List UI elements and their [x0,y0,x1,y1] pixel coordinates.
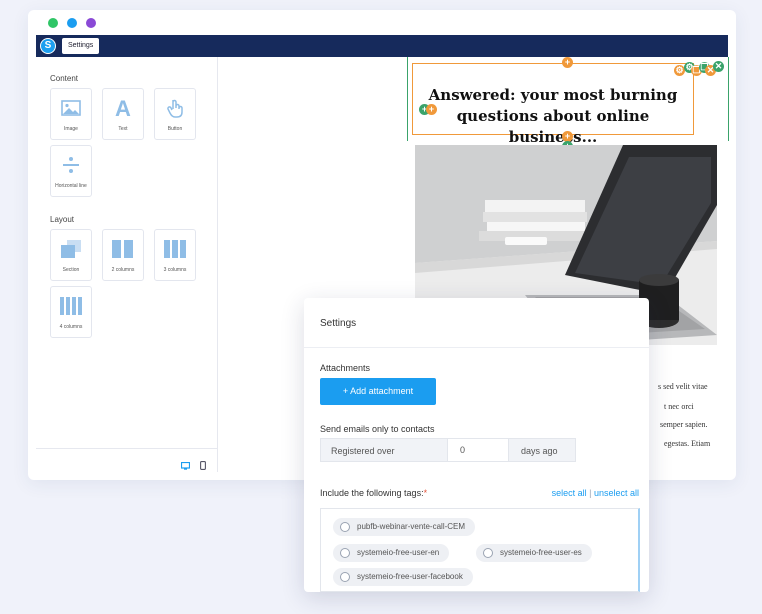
tag-option[interactable]: pubfb-webinar-vente-call-CEM [333,518,476,536]
tag-label: systemeio-free-user-en [357,548,440,557]
layout-section-title: Layout [50,215,75,224]
tag-option[interactable]: systemeio-free-user-es [476,544,592,562]
logo-letter: S [41,39,55,53]
device-switcher [36,448,217,472]
tag-option[interactable]: systemeio-free-user-en [333,544,450,562]
text-icon: A [103,97,143,119]
window-dot-blue[interactable] [67,18,77,28]
layout-section[interactable]: Section [50,229,92,281]
element-label: Image [64,126,78,132]
body-text-line: semper sapien. [660,420,708,429]
add-attachment-button[interactable]: + Add attachment [320,378,436,405]
body-text-line: egestas. Etiam [664,439,711,448]
tag-radio[interactable] [340,522,350,532]
settings-panel: Settings Attachments + Add attachment Se… [304,298,649,592]
window-dot-green[interactable] [48,18,58,28]
settings-tab[interactable]: Settings [62,38,100,54]
two-columns-icon [103,238,143,260]
layout-label: 2 columns [111,267,135,273]
tag-label: systemeio-free-user-es [500,548,582,557]
body-text-line: s sed velit vitae [658,382,708,391]
image-icon [51,97,91,119]
days-ago-suffix: days ago [521,446,558,456]
add-block-left-icon[interactable]: + [426,104,437,115]
element-image[interactable]: Image [50,88,92,140]
pointer-hand-icon [155,97,195,119]
include-tags-label: Include the following tags:* [320,488,427,498]
send-only-label: Send emails only to contacts [320,424,435,434]
element-label: Horizontal line [55,183,87,189]
tag-label: pubfb-webinar-vente-call-CEM [357,522,466,531]
registered-over-field: Registered over 0 days ago [320,438,576,462]
window-controls [48,18,96,28]
mobile-icon[interactable] [200,457,206,475]
unselect-all-link[interactable]: unselect all [594,488,639,498]
tag-option[interactable]: systemeio-free-user-facebook [333,568,473,586]
link-separator: | [589,488,592,498]
layout-4-columns[interactable]: 4 columns [50,286,92,338]
app-logo[interactable]: S [40,38,56,54]
tag-radio[interactable] [340,572,350,582]
registered-over-label: Registered over [331,446,395,456]
select-all-link[interactable]: select all [552,488,587,498]
top-bar: S Settings [36,35,728,57]
layout-3-columns[interactable]: 3 columns [154,229,196,281]
element-text[interactable]: A Text [102,88,144,140]
window-dot-purple[interactable] [86,18,96,28]
tag-label: systemeio-free-user-facebook [357,572,463,581]
element-label: Text [118,126,128,132]
layout-label: 4 columns [59,324,83,330]
desktop-icon[interactable] [180,457,191,475]
svg-text:A: A [115,98,131,118]
element-button[interactable]: Button [154,88,196,140]
elements-sidebar: Content Image A Text Button Horizontal l… [36,57,218,472]
attachments-label: Attachments [320,363,371,373]
row-delete-icon[interactable]: ✕ [713,61,724,72]
layout-label: Section [62,267,80,273]
tags-list[interactable]: pubfb-webinar-vente-call-CEM systemeio-f… [320,508,640,592]
divider-icon [51,154,91,176]
layout-2-columns[interactable]: 2 columns [102,229,144,281]
add-block-above-icon[interactable]: + [562,57,573,68]
tag-selection-links: select all | unselect all [552,488,639,498]
settings-panel-header: Settings [304,298,649,348]
element-label: Button [167,126,183,132]
settings-panel-title: Settings [320,318,357,329]
four-columns-icon [51,295,91,317]
email-headline[interactable]: Answered: your most burning questions ab… [412,85,694,148]
section-icon [51,238,91,260]
tag-radio[interactable] [340,548,350,558]
registered-days-input[interactable]: 0 [447,439,509,461]
three-columns-icon [155,238,195,260]
body-text-line: t nec orci [664,402,694,411]
required-mark: * [423,488,428,498]
content-section-title: Content [50,74,79,83]
tag-radio[interactable] [483,548,493,558]
element-horizontal-line[interactable]: Horizontal line [50,145,92,197]
include-tags-text: Include the following tags: [320,488,424,498]
layout-label: 3 columns [163,267,187,273]
